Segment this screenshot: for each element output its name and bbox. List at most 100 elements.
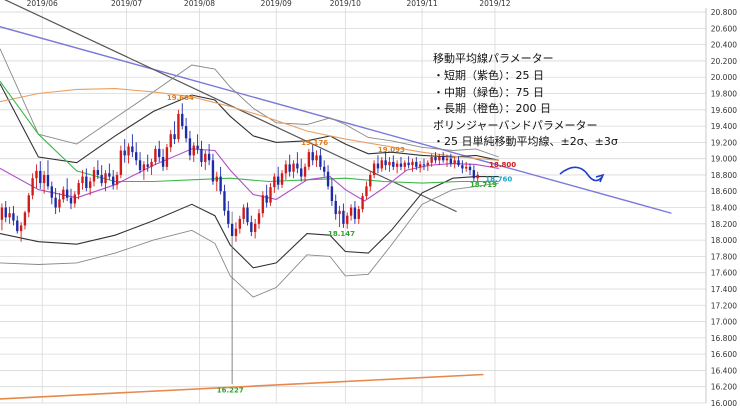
- annotation-line-5: ボリンジャーバンドパラメーター: [433, 119, 598, 132]
- candle-body: [465, 166, 468, 169]
- candle-body: [330, 186, 334, 202]
- candle-body: [430, 157, 433, 163]
- candle-body: [319, 155, 322, 167]
- price-label: 19.093: [378, 146, 405, 154]
- candle-body: [46, 174, 50, 187]
- candle-body: [353, 207, 357, 219]
- y-tick-label: 17.200: [711, 301, 737, 310]
- x-tick-label: 2019/08: [184, 0, 215, 8]
- candle-body: [376, 163, 380, 169]
- candle-body: [250, 222, 253, 232]
- y-tick-label: 17.600: [711, 269, 737, 278]
- candle-body: [273, 176, 276, 188]
- x-tick-label: 2019/12: [479, 0, 510, 8]
- y-tick-label: 19.000: [711, 155, 737, 164]
- candle-body: [380, 160, 383, 169]
- candle-body: [253, 223, 257, 232]
- y-tick-label: 20.600: [711, 24, 737, 33]
- candle-body: [27, 195, 30, 213]
- candle-body: [65, 189, 69, 198]
- y-tick-label: 18.800: [711, 171, 737, 180]
- candle-body: [434, 157, 437, 161]
- y-tick-label: 16.000: [711, 399, 737, 408]
- candle-body: [399, 163, 403, 167]
- candle-body: [158, 148, 161, 158]
- y-tick-label: 18.000: [711, 236, 737, 245]
- candle-body: [242, 207, 245, 219]
- candle-body: [441, 156, 445, 161]
- candle-body: [35, 170, 38, 179]
- y-tick-label: 16.800: [711, 334, 737, 343]
- candle-body: [388, 161, 391, 166]
- candle-body: [422, 164, 426, 166]
- annotation-line-2: ・短期（紫色）：25 日: [433, 68, 544, 82]
- candle-body: [346, 215, 349, 224]
- candle-body: [338, 210, 341, 215]
- candle-body: [138, 160, 142, 171]
- candle-body: [81, 176, 84, 184]
- candle-body: [438, 156, 441, 161]
- y-tick-label: 19.200: [711, 138, 737, 147]
- candle-body: [211, 160, 215, 182]
- candle-body: [115, 174, 119, 185]
- candle-body: [300, 168, 303, 177]
- candle-body: [334, 201, 337, 215]
- candle-body: [411, 161, 414, 166]
- candle-body: [284, 164, 288, 174]
- candle-body: [119, 150, 123, 175]
- candle-body: [223, 191, 226, 211]
- candle-body: [88, 181, 92, 188]
- candle-body: [204, 153, 207, 162]
- candle-body: [296, 163, 299, 169]
- candle-body: [42, 174, 46, 184]
- candle-body: [323, 166, 326, 172]
- y-tick-label: 18.600: [711, 187, 737, 196]
- candle-body: [418, 164, 422, 167]
- candle-body: [257, 213, 261, 224]
- candle-body: [188, 138, 192, 156]
- candle-body: [181, 113, 184, 127]
- candle-body: [123, 150, 126, 156]
- candle-body: [161, 157, 165, 167]
- candle-body: [392, 161, 395, 167]
- y-tick-label: 19.400: [711, 122, 737, 131]
- candle-body: [12, 213, 15, 221]
- candle-body: [303, 166, 307, 177]
- candle-body: [73, 194, 77, 204]
- candle-body: [100, 174, 103, 184]
- candle-body: [92, 170, 96, 182]
- candle-body: [196, 145, 199, 149]
- candle-body: [292, 163, 295, 172]
- candle-body: [357, 209, 360, 219]
- candle-body: [461, 165, 464, 169]
- annotation-line-1: 移動平均線パラメーター: [433, 51, 554, 65]
- annotation-line-4: ・長期（橙色）：200 日: [433, 101, 551, 115]
- x-tick-label: 2019/06: [27, 0, 58, 8]
- candle: [165, 144, 169, 171]
- candle-body: [150, 161, 153, 167]
- candle-body: [112, 176, 115, 185]
- chart: 16.000 16.200 16.400 16.600 16.800 17.000 17.2…: [0, 0, 740, 411]
- candle-body: [369, 174, 372, 187]
- y-tick-label: 16.600: [711, 350, 737, 359]
- candle-body: [246, 207, 249, 223]
- candle-body: [31, 178, 34, 196]
- candle-body: [311, 152, 314, 161]
- candle-body: [472, 170, 476, 179]
- candle-body: [62, 189, 65, 200]
- annotation-line-3: ・中期（緑色）：75 日: [433, 85, 544, 99]
- y-tick-label: 17.800: [711, 252, 737, 261]
- y-tick-label: 17.000: [711, 318, 737, 327]
- y-tick-label: 17.400: [711, 285, 737, 294]
- candle-body: [326, 171, 330, 187]
- candle-body: [415, 161, 418, 167]
- candle-body: [142, 164, 146, 171]
- candle-body: [269, 187, 272, 203]
- candle-body: [154, 148, 157, 162]
- candle-body: [165, 147, 169, 167]
- candle-body: [227, 210, 230, 224]
- candle-body: [54, 197, 57, 208]
- y-tick-label: 16.400: [711, 366, 737, 375]
- candle: [119, 145, 123, 179]
- candle-body: [108, 173, 111, 177]
